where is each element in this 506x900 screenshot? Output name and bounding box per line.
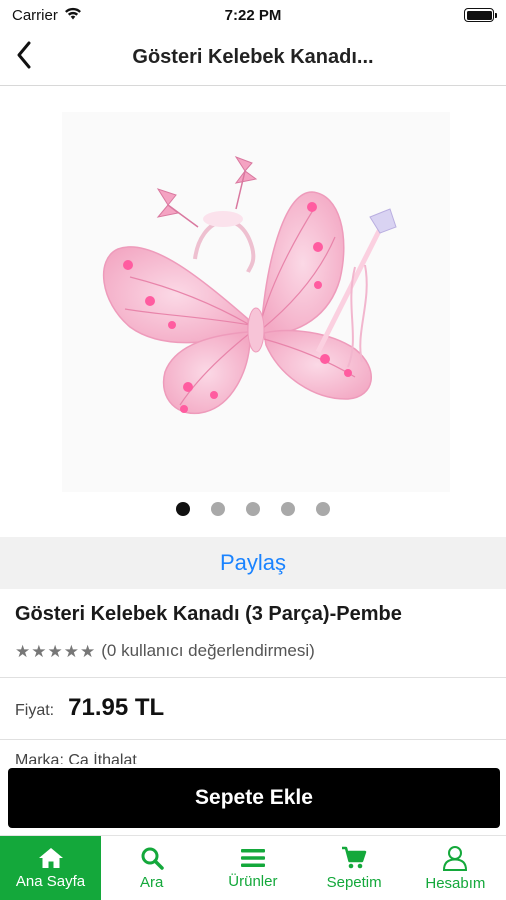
tab-account[interactable]: Hesabım [405,836,506,900]
divider [0,677,506,678]
product-image [102,156,397,415]
divider [0,739,506,740]
image-pager [0,502,506,518]
pager-dot-1[interactable] [176,502,190,516]
price-value: 71.95 TL [68,694,165,721]
brand-row-partial: Marka: Ca İthalat [15,752,137,764]
status-bar: Carrier 7:22 PM [0,0,506,30]
add-to-cart-button[interactable]: Sepete Ekle [8,768,500,828]
tab-home[interactable]: Ana Sayfa [0,836,101,900]
battery-fill [466,10,492,20]
star-icon: ★ [31,641,47,661]
product-image-carousel[interactable] [0,87,506,492]
star-icon: ★ [63,641,79,661]
pager-dot-5[interactable] [316,502,330,516]
page-title: Gösteri Kelebek Kanadı... [132,46,374,68]
tab-bar: Ana Sayfa Ara Ürünler Sepetim Hesabım [0,835,506,900]
pager-dot-4[interactable] [281,502,295,516]
tab-search[interactable]: Ara [101,836,202,900]
status-left: Carrier [12,7,82,24]
rating-stars: ★ ★ ★ ★ ★ [15,643,95,660]
back-button[interactable] [0,30,48,86]
tab-cart[interactable]: Sepetim [304,836,405,900]
rating-count-text: (0 kullanıcı değerlendirmesi) [101,641,315,660]
pager-dot-2[interactable] [211,502,225,516]
cart-icon [341,846,367,870]
price-row: Fiyat: 71.95 TL [15,694,164,722]
price-label: Fiyat: [15,702,55,719]
tab-label: Sepetim [326,873,382,891]
wifi-icon [64,7,82,24]
home-icon [38,847,64,869]
menu-icon [240,847,266,869]
star-icon: ★ [15,641,31,661]
tab-label: Ana Sayfa [15,872,86,890]
rating-row[interactable]: ★ ★ ★ ★ ★ (0 kullanıcı değerlendirmesi) [15,641,315,661]
star-icon: ★ [80,641,96,661]
tab-label: Hesabım [425,874,486,892]
star-icon: ★ [47,641,63,661]
navigation-bar: Gösteri Kelebek Kanadı... [0,30,506,86]
chevron-left-icon [16,41,32,74]
tab-label: Ürünler [228,872,278,890]
battery-icon [464,8,497,22]
share-strip: Paylaş [0,537,506,589]
share-link[interactable]: Paylaş [220,550,286,576]
carrier-label: Carrier [12,6,58,24]
user-icon [442,845,468,871]
tab-products[interactable]: Ürünler [202,836,303,900]
pager-dot-3[interactable] [246,502,260,516]
product-name: Gösteri Kelebek Kanadı (3 Parça)-Pembe [15,603,402,625]
tab-label: Ara [139,873,164,891]
search-icon [140,846,164,870]
